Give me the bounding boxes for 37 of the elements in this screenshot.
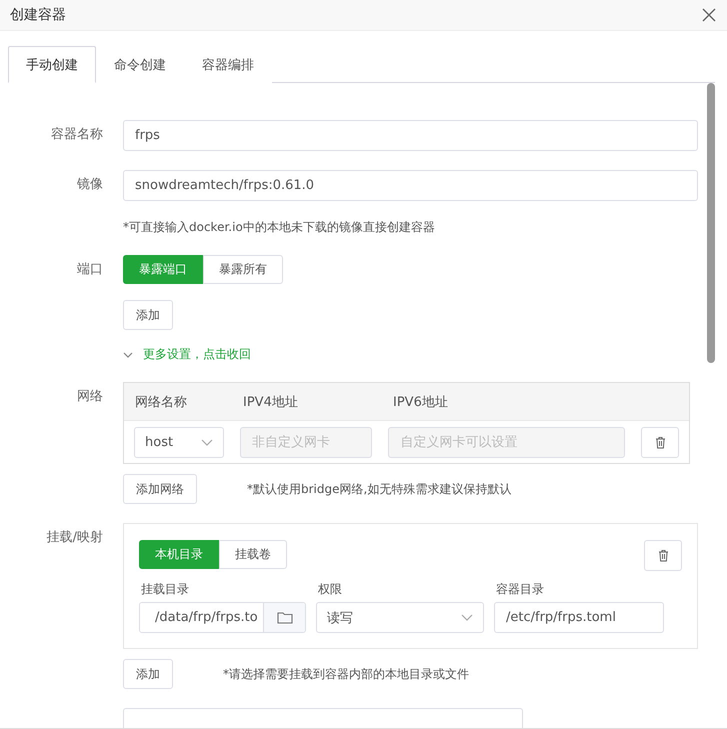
add-network-button[interactable]: 添加网络 [123,474,197,504]
segment-button[interactable]: 暴露所有 [203,255,283,284]
hint-text: *默认使用bridge网络,如无特殊需求建议保持默认 [247,480,512,498]
chevron-down-icon [461,614,473,621]
input-field[interactable]: /etc/frp/frps.toml [494,602,664,633]
hint-text: *请选择需要挂载到容器内部的本地目录或文件 [223,666,469,682]
scrollbar-thumb[interactable] [707,83,715,363]
permission-select[interactable]: 读写 [316,602,484,633]
add-button[interactable]: 添加 [123,300,173,330]
dialog-title: 创建容器 [10,6,66,24]
add-button[interactable]: 添加 [123,659,173,689]
field-label: 挂载/映射 [46,529,103,547]
trash-icon [658,549,668,562]
field-label: 权限 [317,581,343,598]
tab[interactable]: 手动创建 [8,46,96,83]
field-label: 镜像 [76,176,103,194]
input-field[interactable]: snowdreamtech/frps:0.61.0 [123,170,698,201]
hint-text: *可直接输入docker.io中的本地未下载的镜像直接创建容器 [123,219,435,236]
input-field[interactable]: frps [123,120,698,151]
path-field[interactable]: /data/frp/frps.to [139,602,306,633]
trash-icon [654,436,666,448]
delete-button[interactable] [644,540,682,571]
segment-button[interactable]: 挂载卷 [219,540,287,569]
input-field[interactable] [123,708,523,728]
field-label: 网络 [76,388,103,406]
field-label: 端口 [76,261,103,279]
close-button[interactable] [701,7,717,23]
chevron-down-icon [201,438,214,446]
folder-icon [276,611,292,624]
column-header: 网络名称 [135,394,188,410]
field-label: 挂载目录 [140,581,190,598]
column-header: IPV4地址 [243,394,299,410]
field-label: 容器目录 [495,581,545,598]
column-header: IPV6地址 [393,394,449,410]
chevron-down-icon [123,350,133,360]
folder-button[interactable] [263,603,305,632]
field-label: 容器名称 [50,126,103,144]
